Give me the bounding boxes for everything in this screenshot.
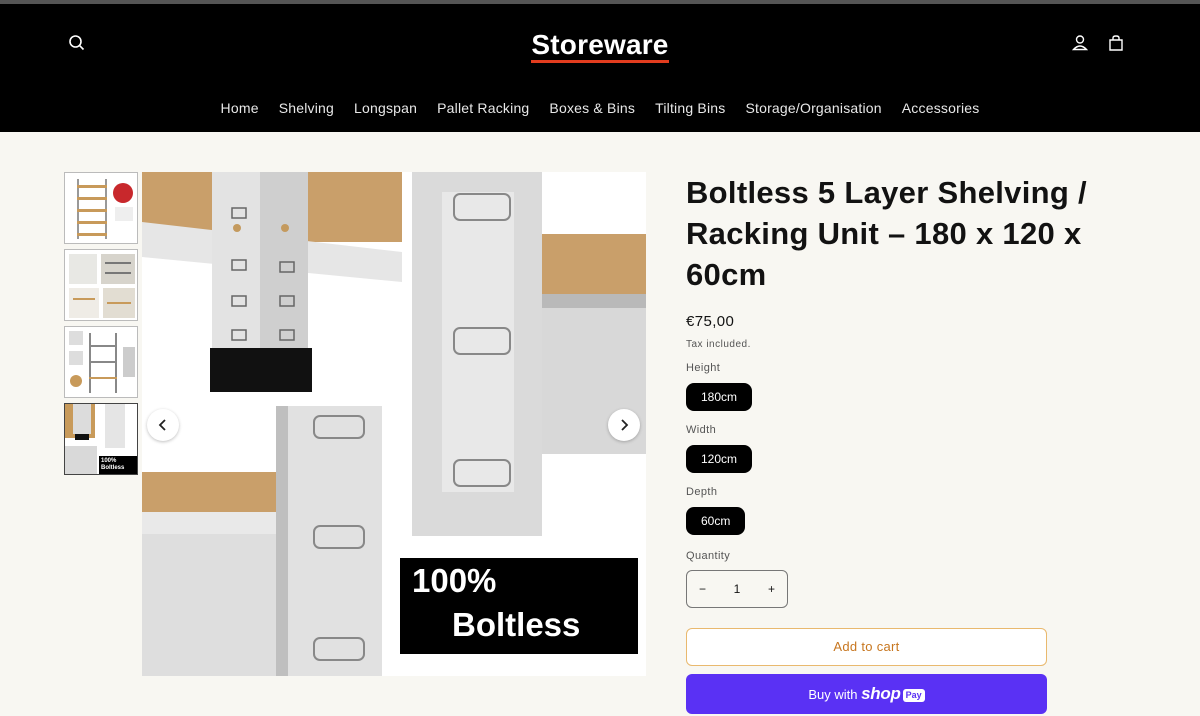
nav-boxes-bins[interactable]: Boxes & Bins	[539, 100, 645, 116]
site-logo[interactable]: Storeware	[0, 30, 1200, 63]
product-info: Boltless 5 Layer Shelving / Racking Unit…	[686, 172, 1126, 350]
thumbnail-list: 100% Boltless	[64, 172, 138, 480]
height-option-180cm[interactable]: 180cm	[686, 383, 753, 411]
quantity-stepper: − 1 +	[686, 570, 788, 608]
nav-tilting-bins[interactable]: Tilting Bins	[645, 100, 735, 116]
thumbnail-caption: 100% Boltless	[101, 458, 125, 471]
shop-logo-text: shop	[861, 684, 901, 703]
chevron-left-icon	[158, 419, 166, 431]
main-nav: Home Shelving Longspan Pallet Racking Bo…	[0, 100, 1200, 116]
thumbnail-1[interactable]	[64, 172, 138, 244]
caption-line-2: Boltless	[452, 606, 580, 643]
caption-line-1: 100%	[412, 562, 496, 599]
pay-badge: Pay	[902, 689, 925, 703]
site-header: Storeware Home Shelving Longspan Pallet …	[0, 4, 1200, 132]
tax-note: Tax included.	[686, 339, 751, 350]
add-to-cart-button[interactable]: Add to cart	[686, 628, 1047, 666]
quantity-input[interactable]: 1	[734, 582, 741, 596]
gallery-prev-button[interactable]	[147, 409, 179, 441]
height-option-label: Height	[686, 362, 721, 374]
nav-longspan[interactable]: Longspan	[344, 100, 427, 116]
depth-option-label: Depth	[686, 486, 718, 498]
main-image-graphic: 100% Boltless	[142, 172, 646, 676]
product-title: Boltless 5 Layer Shelving / Racking Unit…	[686, 175, 1087, 292]
quantity-decrease-button[interactable]: −	[699, 582, 706, 596]
width-option-120cm[interactable]: 120cm	[686, 445, 753, 473]
buy-with-shop-pay-button[interactable]: Buy with shop Pay	[686, 674, 1047, 714]
width-option-label: Width	[686, 424, 717, 436]
account-icon[interactable]	[1070, 33, 1090, 53]
buy-with-label: Buy with	[808, 687, 858, 702]
nav-home[interactable]: Home	[211, 100, 269, 116]
nav-shelving[interactable]: Shelving	[269, 100, 344, 116]
thumbnail-3[interactable]	[64, 326, 138, 398]
product-main-image[interactable]: 100% Boltless	[142, 172, 646, 676]
thumbnail-4[interactable]: 100% Boltless	[64, 403, 138, 475]
nav-accessories[interactable]: Accessories	[892, 100, 990, 116]
nav-storage-organisation[interactable]: Storage/Organisation	[735, 100, 891, 116]
logo-text[interactable]: Storeware	[531, 30, 669, 63]
depth-option-60cm[interactable]: 60cm	[686, 507, 746, 535]
quantity-label: Quantity	[686, 550, 731, 562]
nav-pallet-racking[interactable]: Pallet Racking	[427, 100, 539, 116]
product-price: €75,00	[686, 313, 735, 330]
quantity-increase-button[interactable]: +	[768, 582, 775, 596]
cart-icon[interactable]	[1106, 33, 1126, 53]
chevron-right-icon	[621, 419, 629, 431]
thumbnail-2[interactable]	[64, 249, 138, 321]
gallery-next-button[interactable]	[608, 409, 640, 441]
